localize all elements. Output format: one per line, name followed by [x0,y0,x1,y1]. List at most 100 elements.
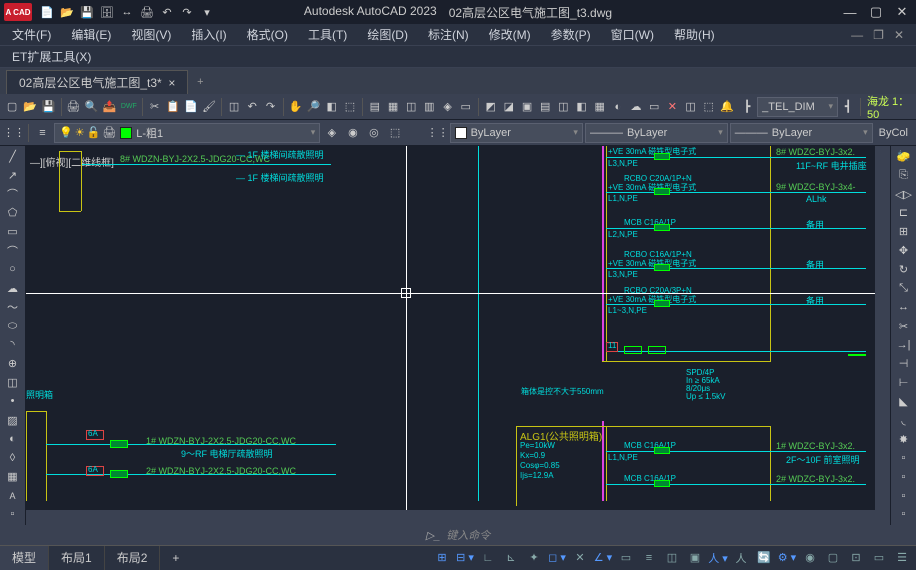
preview-icon[interactable]: 🔍 [83,97,99,117]
hl14-icon[interactable]: 🔔 [719,97,735,117]
open-icon[interactable]: 📂 [58,3,76,21]
linetype-combo[interactable]: ———ByLayer▾ [585,123,728,143]
ray-icon[interactable]: ↗ [3,167,23,184]
fillet-icon[interactable]: ◟ [894,412,914,429]
menu-edit[interactable]: 编辑(E) [71,26,111,43]
rotate-icon[interactable]: ↻ [894,261,914,278]
dwf-icon[interactable]: DWF [120,97,138,117]
menu-insert[interactable]: 插入(I) [191,26,226,43]
hl-r3-icon[interactable]: ▫ [894,487,914,504]
hl11-icon[interactable]: ✕ [664,97,680,117]
hl12-icon[interactable]: ◫ [682,97,698,117]
polygon-icon[interactable]: ⬠ [3,205,23,222]
save-file-icon[interactable]: 💾 [40,97,56,117]
hl9-icon[interactable]: ☁ [628,97,644,117]
layer-combo[interactable]: 💡 ☀ 🔓 🖨 L-粗1▾ [54,123,320,143]
calc-icon[interactable]: ▭ [458,97,474,117]
menu-dimension[interactable]: 标注(N) [428,26,469,43]
undo2-icon[interactable]: ↶ [244,97,260,117]
insert-icon[interactable]: ⊕ [3,355,23,372]
match-icon[interactable]: 🖌 [201,97,217,117]
publish-icon[interactable]: 📤 [102,97,118,117]
status-snap-icon[interactable]: ∟ [478,549,498,567]
hl3-icon[interactable]: ▣ [519,97,535,117]
status-anno-icon[interactable]: 人 ▾ [708,549,728,567]
new-file-icon[interactable]: ▢ [4,97,20,117]
rect-icon[interactable]: ▭ [3,223,23,240]
layout-tab-model[interactable]: 模型 [0,546,49,570]
doc-min-icon[interactable]: — [851,28,863,42]
zoom-icon[interactable]: 🔎 [305,97,321,117]
paste-icon[interactable]: 📄 [183,97,199,117]
redo-icon[interactable]: ↷ [178,3,196,21]
block-icon[interactable]: ◫ [226,97,242,117]
zoomw-icon[interactable]: ◧ [324,97,340,117]
extend-icon[interactable]: →| [894,336,914,353]
hl-r4-icon[interactable]: ▫ [894,506,914,523]
status-model-icon[interactable]: ⊞ [432,549,452,567]
saveas-icon[interactable]: 🗄 [98,3,116,21]
hl10-icon[interactable]: ▭ [646,97,662,117]
status-grid-icon[interactable]: ⊟ ▾ [455,549,475,567]
menu-ettools[interactable]: ET扩展工具(X) [12,48,91,65]
prop-icon[interactable]: ▤ [367,97,383,117]
ssm-icon[interactable]: ▥ [421,97,437,117]
doc-close-icon[interactable]: ✕ [894,28,904,42]
close-icon[interactable]: ✕ [892,3,912,21]
handle-icon[interactable]: ⋮⋮ [4,123,24,143]
scale-icon[interactable]: ⤡ [894,280,914,297]
menu-help[interactable]: 帮助(H) [674,26,715,43]
mtext-icon[interactable]: A [3,487,23,504]
status-cust-icon[interactable]: ☰ [892,549,912,567]
chamfer-icon[interactable]: ◣ [894,393,914,410]
web-icon[interactable]: ↔ [118,3,136,21]
status-hw-icon[interactable]: ⊡ [846,549,866,567]
status-otrack-icon[interactable]: ∠ ▾ [593,549,613,567]
lay2-icon[interactable]: ◉ [343,123,362,143]
copy-icon[interactable]: 📋 [165,97,181,117]
ellipse-icon[interactable]: ⬭ [3,318,23,335]
explode-icon[interactable]: ✸ [894,431,914,448]
lay3-icon[interactable]: ◎ [364,123,383,143]
layout-tab-2[interactable]: 布局2 [105,546,161,570]
open-file-icon[interactable]: 📂 [22,97,38,117]
hl-r2-icon[interactable]: ▫ [894,468,914,485]
tp-icon[interactable]: ◫ [403,97,419,117]
menu-parametric[interactable]: 参数(P) [551,26,591,43]
hl6-icon[interactable]: ◧ [573,97,589,117]
tab-add-icon[interactable]: + [188,70,212,94]
menu-modify[interactable]: 修改(M) [489,26,531,43]
arc-icon[interactable]: ⌒ [3,242,23,259]
circle-icon[interactable]: ○ [3,261,23,278]
stretch-icon[interactable]: ↔ [894,299,914,316]
ellarc-icon[interactable]: ◝ [3,336,23,353]
command-line[interactable]: ▷_ 键入命令 [0,525,916,545]
menu-file[interactable]: 文件(F) [12,26,51,43]
trim-icon[interactable]: ✂ [894,318,914,335]
menu-view[interactable]: 视图(V) [131,26,171,43]
status-ws-icon[interactable]: ⚙ ▾ [777,549,797,567]
view-label[interactable]: —][俯视][二维线框] [30,154,114,169]
mirror-icon[interactable]: ◁▷ [894,186,914,203]
hl13-icon[interactable]: ⬚ [701,97,717,117]
array-icon[interactable]: ⊞ [894,223,914,240]
hatch-icon[interactable]: ▨ [3,412,23,429]
status-clean-icon[interactable]: ▭ [869,549,889,567]
zoome-icon[interactable]: ⬚ [342,97,358,117]
hl5-icon[interactable]: ◫ [555,97,571,117]
menu-draw[interactable]: 绘图(D) [367,26,408,43]
status-scale-icon[interactable]: 人 [731,549,751,567]
hl-r1-icon[interactable]: ▫ [894,450,914,467]
handle2-icon[interactable]: ⋮⋮ [428,123,448,143]
menu-format[interactable]: 格式(O) [247,26,288,43]
minimize-icon[interactable]: — [840,3,860,21]
hl-a-icon[interactable]: ▫ [3,506,23,523]
plot-icon[interactable]: 🖨 [138,3,156,21]
status-osnap-icon[interactable]: ◻ ▾ [547,549,567,567]
offset-icon[interactable]: ⊏ [894,205,914,222]
break-icon[interactable]: ⊣ [894,355,914,372]
table-icon[interactable]: ▦ [3,468,23,485]
menu-window[interactable]: 窗口(W) [611,26,654,43]
maximize-icon[interactable]: ▢ [866,3,886,21]
status-mon-icon[interactable]: ◉ [800,549,820,567]
